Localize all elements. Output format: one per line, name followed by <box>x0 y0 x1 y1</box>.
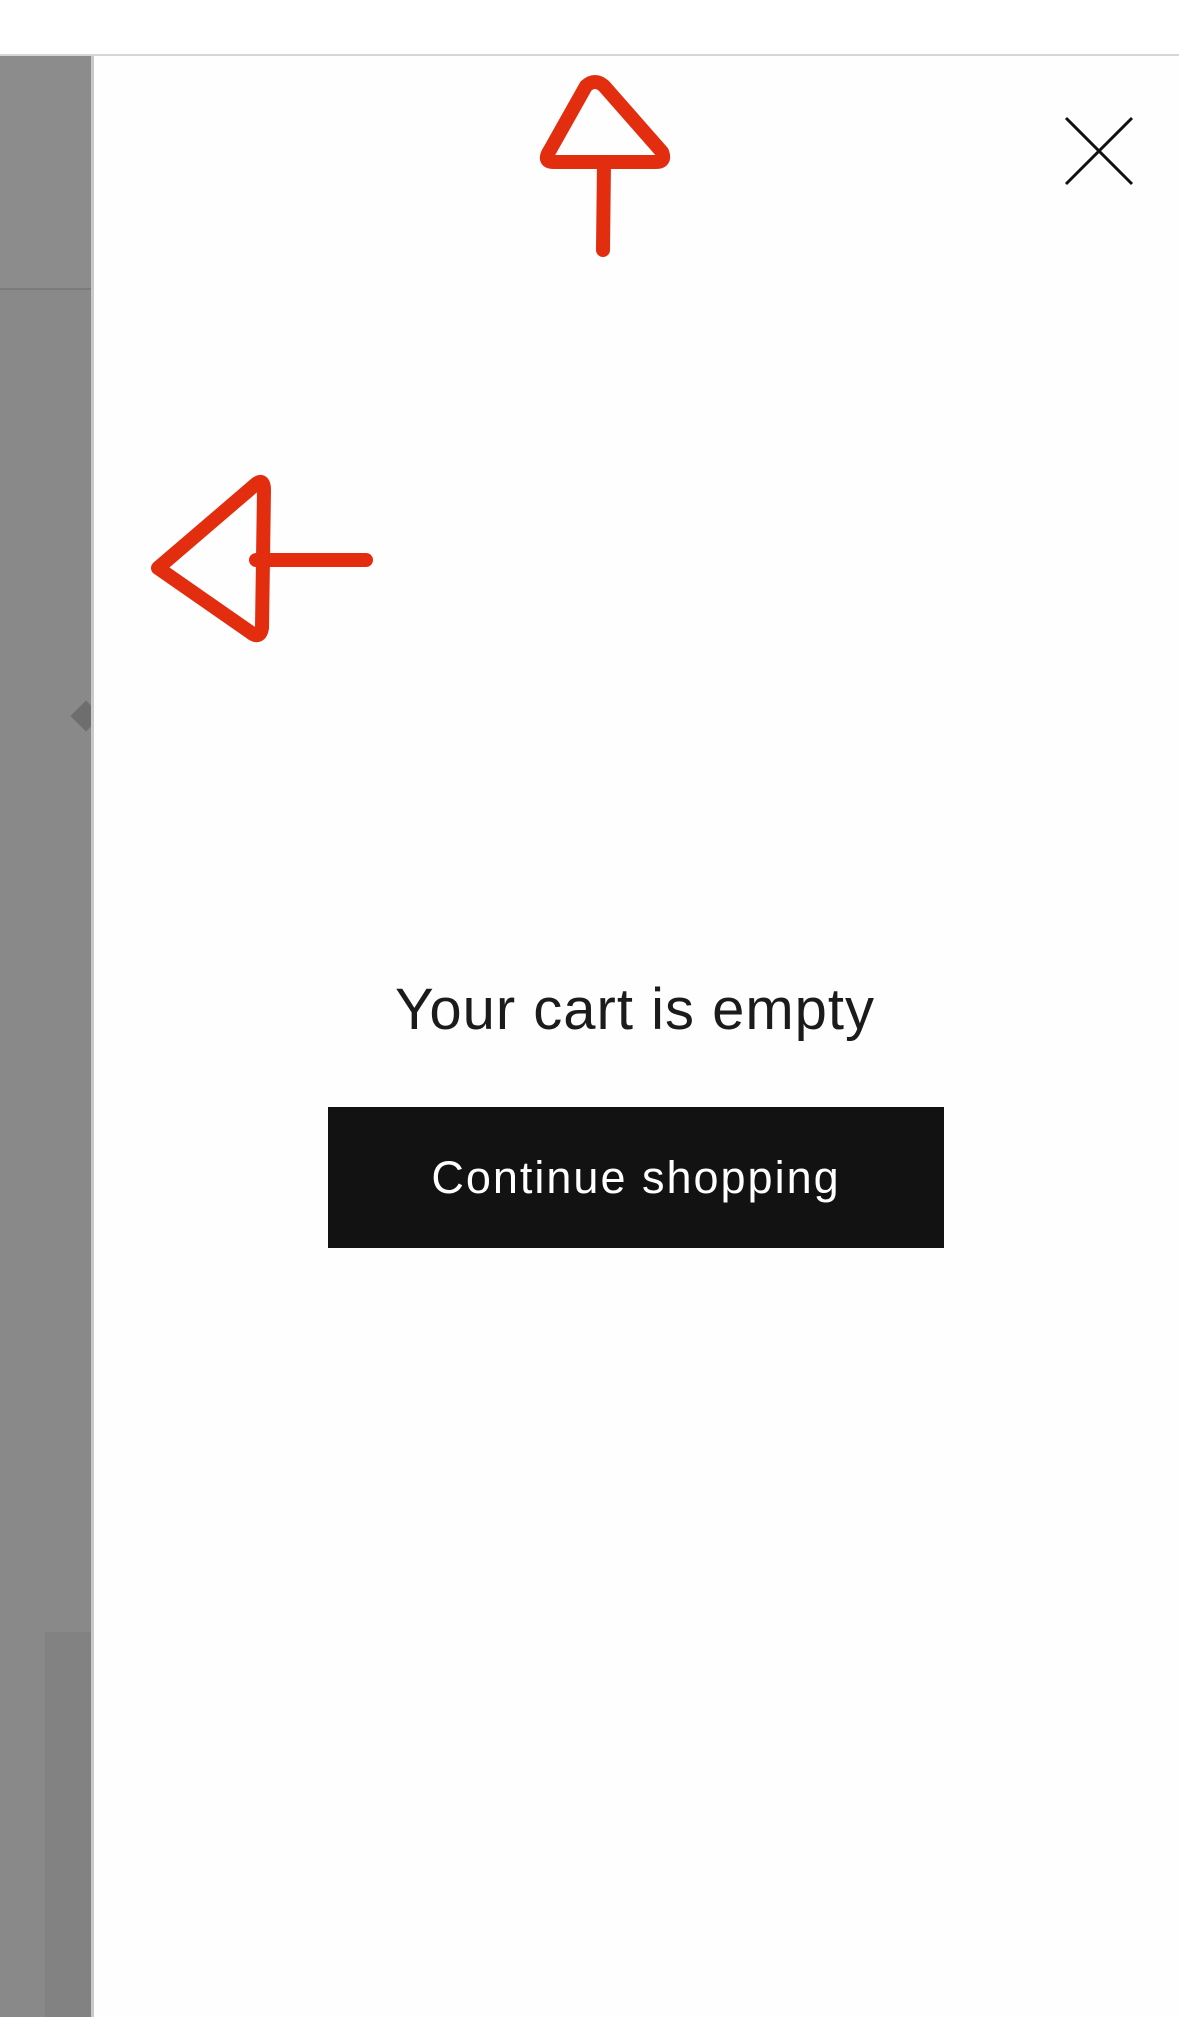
overlay-content-block <box>45 1632 92 2017</box>
close-button[interactable] <box>1060 112 1138 190</box>
continue-shopping-button[interactable]: Continue shopping <box>328 1107 944 1248</box>
browser-top-bar <box>0 0 1179 56</box>
empty-cart-message: Your cart is empty <box>394 977 876 1042</box>
overlay-header-area <box>0 56 92 290</box>
close-icon <box>1064 116 1134 186</box>
page: Your cart is empty Continue shopping <box>0 0 1179 2017</box>
page-overlay[interactable] <box>0 56 102 2017</box>
